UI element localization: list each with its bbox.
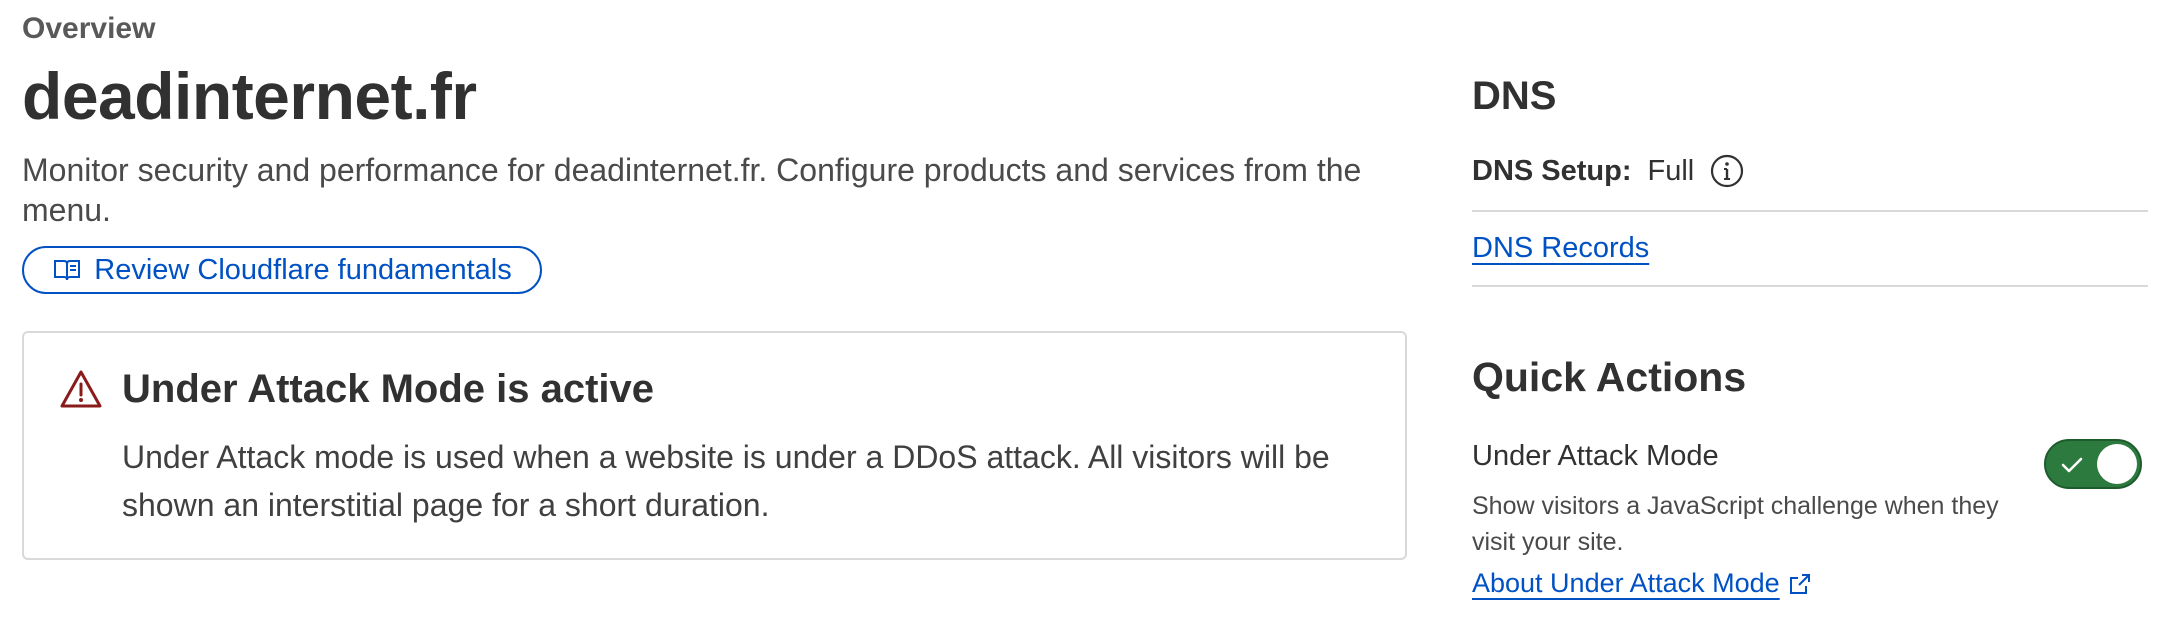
alert-body: Under Attack mode is used when a website… <box>122 439 1330 523</box>
external-link-icon <box>1789 573 1810 594</box>
about-under-attack-link[interactable]: About Under Attack Mode <box>1472 568 1812 599</box>
about-under-attack-label: About Under Attack Mode <box>1472 568 1780 598</box>
info-icon[interactable] <box>1710 154 1744 188</box>
page-description: Monitor security and performance for dea… <box>22 152 1362 228</box>
page-title: deadinternet.fr <box>22 59 477 133</box>
under-attack-mode-label: Under Attack Mode <box>1472 440 1719 472</box>
under-attack-mode-toggle[interactable] <box>2044 439 2142 489</box>
alert-card: Under Attack Mode is active Under Attack… <box>22 331 1407 560</box>
divider <box>1472 210 2148 212</box>
review-fundamentals-label: Review Cloudflare fundamentals <box>94 253 512 286</box>
warning-icon <box>60 370 102 408</box>
dns-heading: DNS <box>1472 74 1557 118</box>
dns-setup-label: DNS Setup: <box>1472 154 1632 187</box>
alert-title: Under Attack Mode is active <box>122 367 655 411</box>
book-icon <box>54 260 81 281</box>
quick-actions-heading: Quick Actions <box>1472 354 1747 400</box>
overview-page: Overview deadinternet.fr Monitor securit… <box>0 0 2164 618</box>
review-fundamentals-button[interactable]: Review Cloudflare fundamentals <box>22 246 542 294</box>
divider <box>1472 285 2148 287</box>
dns-setup-value: Full <box>1647 154 1695 187</box>
dns-records-link[interactable]: DNS Records <box>1472 232 1649 265</box>
check-icon <box>2061 457 2083 473</box>
under-attack-mode-description: Show visitors a JavaScript challenge whe… <box>1472 492 1999 556</box>
toggle-knob <box>2097 444 2137 484</box>
page-eyebrow: Overview <box>22 12 156 45</box>
dns-setup-row: DNS Setup: Full <box>1472 154 1744 188</box>
